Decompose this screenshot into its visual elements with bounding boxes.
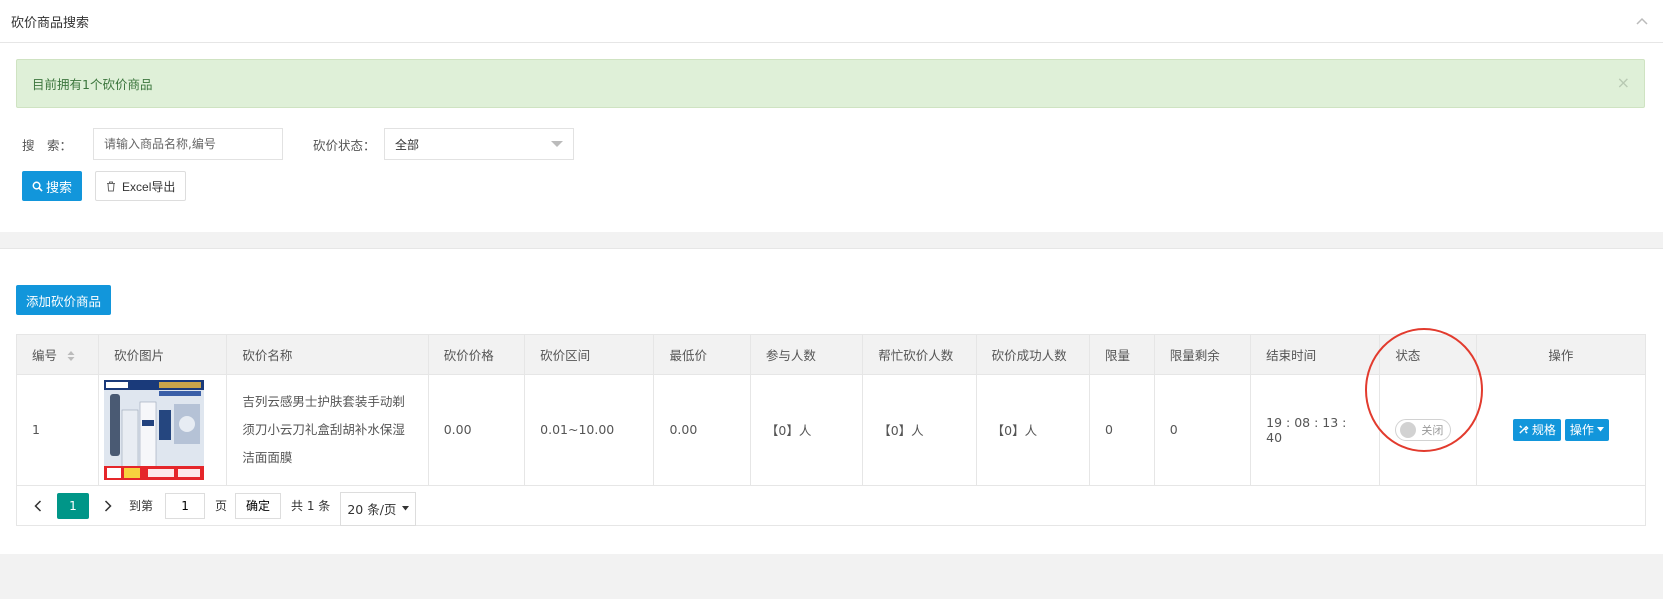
trash-icon [107, 181, 116, 191]
table-header-row: 编号 砍价图片 砍价名称 砍价价格 砍价区间 最低价 参与人数 帮忙砍价人数 砍… [17, 335, 1645, 375]
cell-limit: 0 [1089, 374, 1155, 485]
current-page[interactable]: 1 [57, 492, 89, 519]
cell-price: 0.00 [428, 374, 526, 485]
status-select-value: 全部 [395, 137, 420, 152]
cell-actions: 规格 操作 [1476, 374, 1645, 485]
column-header[interactable]: 编号 [17, 335, 100, 375]
goto-page-input[interactable] [165, 492, 206, 519]
more-actions-dropdown[interactable]: 操作 [1564, 418, 1609, 441]
excel-export-button[interactable]: Excel导出 [95, 171, 187, 201]
alert-text: 目前拥有1个砍价商品 [32, 77, 153, 92]
cell-end-time: 19 : 08 : 13 : 40 [1250, 374, 1381, 485]
search-input[interactable] [93, 128, 283, 160]
sort-icon[interactable] [67, 350, 75, 362]
total-count: 共 1 条 [291, 499, 331, 513]
search-button[interactable]: 搜索 [22, 171, 83, 201]
info-alert: 目前拥有1个砍价商品 × [16, 59, 1645, 108]
cell-range: 0.01~10.00 [524, 374, 655, 485]
caret-down-icon [1596, 427, 1604, 432]
page-size-value: 20 条/页 [347, 502, 397, 517]
cell-remaining: 0 [1154, 374, 1252, 485]
column-header: 砍价价格 [428, 335, 526, 375]
table-row: 1 吉列云感男士护肤套装手动剃须刀小云刀礼盒刮胡补水保湿洁面面膜 0.00 0.… [17, 374, 1645, 485]
search-icon [32, 181, 43, 192]
spec-button[interactable]: 规格 [1512, 418, 1561, 441]
page-size-select[interactable]: 20 条/页 [340, 491, 417, 526]
toggle-label: 关闭 [1421, 423, 1444, 437]
search-form: 搜 索： 砍价状态： 全部 [22, 128, 574, 160]
cell-helpers: 【0】人 [862, 374, 977, 485]
column-header: 砍价图片 [98, 335, 228, 375]
column-header: 砍价名称 [226, 335, 429, 375]
column-header: 参与人数 [750, 335, 864, 375]
keyword-label: 搜 索： [22, 137, 73, 153]
goto-confirm-button[interactable]: 确定 [235, 492, 282, 519]
goods-table: 编号 砍价图片 砍价名称 砍价价格 砍价区间 最低价 参与人数 帮忙砍价人数 砍… [16, 334, 1646, 526]
search-button-label: 搜索 [46, 179, 73, 195]
column-header: 状态 [1379, 335, 1477, 375]
column-header: 砍价成功人数 [976, 335, 1091, 375]
caret-down-icon [402, 506, 410, 511]
status-label: 砍价状态： [313, 137, 376, 153]
prev-page-button[interactable] [27, 492, 49, 520]
search-actions: 搜索 Excel导出 [22, 171, 187, 201]
cell-id: 1 [17, 374, 100, 485]
cell-image [98, 374, 228, 485]
column-header: 帮忙砍价人数 [862, 335, 977, 375]
column-header: 砍价区间 [524, 335, 655, 375]
chevron-right-icon [104, 499, 112, 512]
close-icon[interactable]: × [1617, 74, 1630, 92]
column-header: 操作 [1476, 335, 1645, 375]
goto-label: 到第 [129, 499, 154, 513]
column-header: 最低价 [653, 335, 751, 375]
cell-participants: 【0】人 [750, 374, 864, 485]
panel-title: 砍价商品搜索 [11, 15, 90, 31]
spec-button-label: 规格 [1531, 423, 1556, 438]
toggle-knob [1400, 421, 1417, 438]
column-header: 结束时间 [1250, 335, 1381, 375]
column-header: 限量 [1089, 335, 1155, 375]
cell-name: 吉列云感男士护肤套装手动剃须刀小云刀礼盒刮胡补水保湿洁面面膜 [226, 374, 429, 485]
status-select[interactable]: 全部 [384, 128, 574, 160]
cell-successes: 【0】人 [976, 374, 1091, 485]
more-actions-label: 操作 [1569, 423, 1594, 438]
tools-icon [1519, 425, 1529, 434]
cell-status: 关闭 [1379, 374, 1477, 485]
search-panel-header: 砍价商品搜索 [0, 0, 1663, 43]
chevron-left-icon [34, 499, 42, 512]
caret-down-icon [551, 141, 563, 147]
cell-min-price: 0.00 [653, 374, 751, 485]
pagination: 1 到第 页 确定 共 1 条 20 条/页 [17, 485, 1645, 526]
chevron-up-icon[interactable] [1632, 11, 1652, 31]
product-image[interactable] [104, 379, 205, 480]
status-toggle[interactable]: 关闭 [1395, 418, 1452, 441]
search-panel: 砍价商品搜索 目前拥有1个砍价商品 × 搜 索： 砍价状态： 全部 搜索 Exc… [0, 0, 1663, 232]
column-header: 限量剩余 [1154, 335, 1252, 375]
page-unit: 页 [215, 499, 228, 513]
next-page-button[interactable] [97, 492, 119, 520]
goods-panel: 添加砍价商品 编号 砍价图片 砍价名称 砍价价格 砍价区间 最低价 参与人数 帮… [0, 248, 1663, 554]
add-bargain-goods-button[interactable]: 添加砍价商品 [16, 285, 112, 315]
excel-export-label: Excel导出 [122, 179, 176, 194]
